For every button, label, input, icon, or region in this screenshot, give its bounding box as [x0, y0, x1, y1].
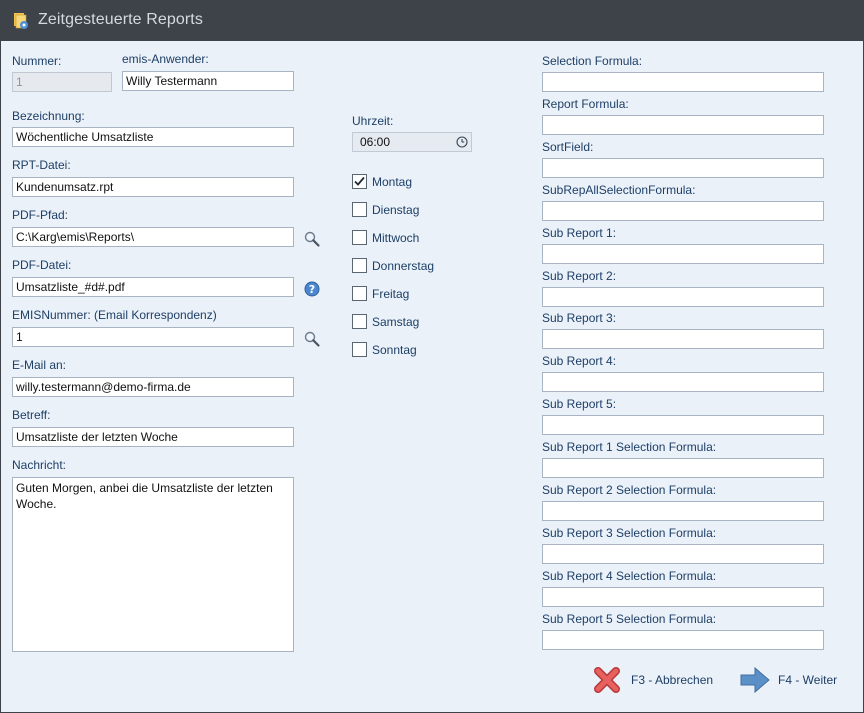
weekday-label: Montag: [372, 175, 413, 189]
weekday-donnerstag[interactable]: Donnerstag: [352, 258, 472, 274]
uhrzeit-label: Uhrzeit:: [352, 114, 394, 128]
weekday-label: Sonntag: [372, 343, 417, 357]
pdf-datei-label: PDF-Datei:: [12, 258, 72, 272]
weekday-label: Donnerstag: [372, 259, 435, 273]
next-button-label: F4 - Weiter: [778, 673, 838, 687]
weekday-checkbox[interactable]: [352, 286, 367, 301]
reports-app-icon: [14, 13, 28, 29]
search-icon[interactable]: [303, 230, 321, 248]
formula-field[interactable]: [542, 201, 824, 221]
formula-field[interactable]: [542, 287, 824, 307]
formula-label: Sub Report 4:: [542, 354, 617, 368]
emis-nummer-field[interactable]: 1: [12, 327, 294, 347]
checkmark-icon: [354, 176, 365, 186]
formula-label: Report Formula:: [542, 97, 629, 111]
clock-icon[interactable]: [456, 136, 468, 148]
nachricht-label: Nachricht:: [12, 458, 67, 472]
formula-label: SubRepAllSelectionFormula:: [542, 183, 696, 197]
rpt-label: RPT-Datei:: [12, 158, 71, 172]
cancel-button[interactable]: F3 - Abbrechen: [593, 664, 717, 696]
formula-field[interactable]: [542, 415, 824, 435]
nummer-field: 1: [12, 72, 112, 92]
betreff-label: Betreff:: [12, 408, 51, 422]
formula-field[interactable]: [542, 72, 824, 92]
email-label: E-Mail an:: [12, 358, 67, 372]
weekday-checkbox[interactable]: [352, 314, 367, 329]
next-button[interactable]: F4 - Weiter: [739, 664, 849, 696]
formula-field[interactable]: [542, 501, 824, 521]
rpt-field[interactable]: Kundenumsatz.rpt: [12, 177, 294, 197]
formula-label: Selection Formula:: [542, 54, 643, 68]
nachricht-textarea[interactable]: Guten Morgen, anbei die Umsatzliste der …: [12, 477, 294, 652]
emis-nummer-label: EMISNummer: (Email Korrespondenz): [12, 308, 217, 322]
formula-label: Sub Report 5:: [542, 397, 617, 411]
formula-label: SortField:: [542, 140, 594, 154]
formula-field[interactable]: [542, 372, 824, 392]
pdf-pfad-field[interactable]: C:\Karg\emis\Reports\: [12, 227, 294, 247]
anwender-label: emis-Anwender:: [122, 52, 209, 66]
weekday-freitag[interactable]: Freitag: [352, 286, 472, 302]
formula-label: Sub Report 3:: [542, 311, 617, 325]
weekday-label: Mittwoch: [372, 231, 420, 245]
weekday-checkbox[interactable]: [352, 202, 367, 217]
formula-field[interactable]: [542, 158, 824, 178]
bezeichnung-label: Bezeichnung:: [12, 109, 85, 123]
formula-label: Sub Report 1:: [542, 226, 617, 240]
formula-label: Sub Report 3 Selection Formula:: [542, 526, 717, 540]
formula-field[interactable]: [542, 630, 824, 650]
arrow-right-icon: [740, 666, 770, 694]
weekday-label: Freitag: [372, 287, 410, 301]
weekday-montag[interactable]: Montag: [352, 174, 472, 190]
weekday-sonntag[interactable]: Sonntag: [352, 342, 472, 358]
weekday-mittwoch[interactable]: Mittwoch: [352, 230, 472, 246]
formula-field[interactable]: [542, 329, 824, 349]
svg-text:?: ?: [309, 283, 315, 296]
weekday-checkbox[interactable]: [352, 342, 367, 357]
formula-field[interactable]: [542, 544, 824, 564]
weekday-samstag[interactable]: Samstag: [352, 314, 472, 330]
nummer-label: Nummer:: [12, 54, 62, 68]
betreff-field[interactable]: Umsatzliste der letzten Woche: [12, 427, 294, 447]
formula-label: Sub Report 4 Selection Formula:: [542, 569, 717, 583]
email-field[interactable]: willy.testermann@demo-firma.de: [12, 377, 294, 397]
formula-label: Sub Report 2:: [542, 269, 617, 283]
title-bar: Zeitgesteuerte Reports: [1, 1, 863, 41]
pdf-datei-field[interactable]: Umsatzliste_#d#.pdf: [12, 277, 294, 297]
time-picker[interactable]: 06:00: [352, 132, 472, 152]
formula-label: Sub Report 5 Selection Formula:: [542, 612, 717, 626]
help-icon[interactable]: ?: [303, 280, 321, 298]
report-scheduler-window: Zeitgesteuerte Reports Nummer: 1 emis-An…: [0, 0, 864, 713]
formula-label: Sub Report 2 Selection Formula:: [542, 483, 717, 497]
window-title: Zeitgesteuerte Reports: [38, 11, 203, 28]
weekday-checkbox[interactable]: [352, 174, 367, 189]
pdf-pfad-label: PDF-Pfad:: [12, 208, 69, 222]
formula-field[interactable]: [542, 244, 824, 264]
search-icon[interactable]: [303, 330, 321, 348]
weekday-checkbox[interactable]: [352, 230, 367, 245]
cancel-button-label: F3 - Abbrechen: [631, 673, 714, 687]
time-value: 06:00: [360, 135, 391, 149]
weekday-dienstag[interactable]: Dienstag: [352, 202, 472, 218]
formula-field[interactable]: [542, 458, 824, 478]
weekday-label: Dienstag: [372, 203, 420, 217]
weekday-label: Samstag: [372, 315, 420, 329]
close-icon: [594, 667, 620, 693]
weekday-checkbox[interactable]: [352, 258, 367, 273]
bezeichnung-field[interactable]: Wöchentliche Umsatzliste: [12, 127, 294, 147]
formula-field[interactable]: [542, 587, 824, 607]
formula-label: Sub Report 1 Selection Formula:: [542, 440, 717, 454]
formula-field[interactable]: [542, 115, 824, 135]
anwender-field[interactable]: Willy Testermann: [122, 71, 294, 91]
